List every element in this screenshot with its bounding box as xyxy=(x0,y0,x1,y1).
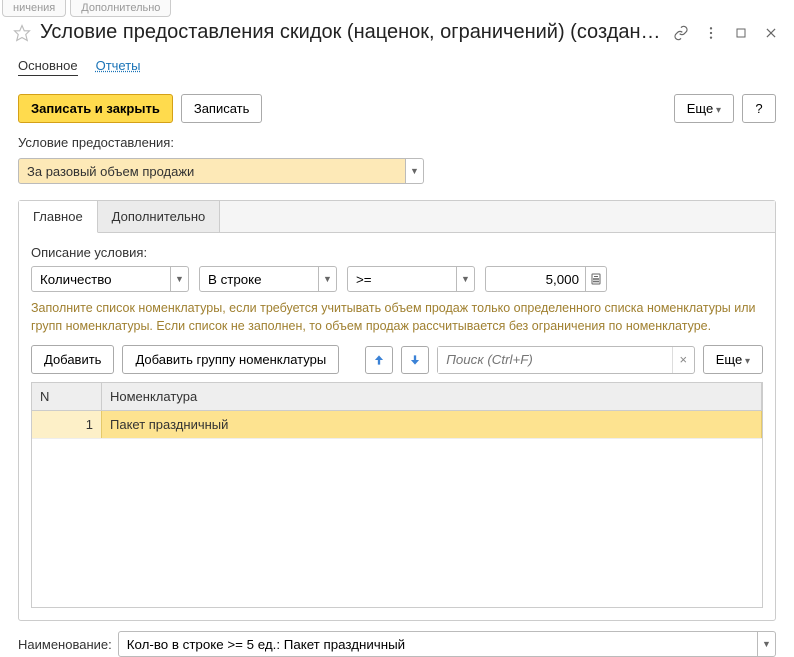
clear-search-icon[interactable]: × xyxy=(672,347,694,373)
bg-tab: Дополнительно xyxy=(70,0,171,17)
favorite-star-icon[interactable] xyxy=(12,23,32,43)
table-more-button[interactable]: Еще xyxy=(703,345,763,374)
close-icon[interactable] xyxy=(760,22,782,44)
maximize-icon[interactable] xyxy=(730,22,752,44)
chevron-down-icon[interactable]: ▼ xyxy=(758,631,776,657)
nomenclature-table: N Номенклатура 1 Пакет праздничный xyxy=(31,382,763,608)
chevron-down-icon[interactable]: ▼ xyxy=(406,158,424,184)
bg-tab: ничения xyxy=(2,0,66,17)
help-button[interactable]: ? xyxy=(742,94,776,123)
col-header-nomenclature[interactable]: Номенклатура xyxy=(102,383,762,410)
scope-select[interactable] xyxy=(199,266,319,292)
subtab-extra[interactable]: Дополнительно xyxy=(98,201,221,232)
save-and-close-button[interactable]: Записать и закрыть xyxy=(18,94,173,123)
tab-reports[interactable]: Отчеты xyxy=(96,58,141,76)
subtab-main[interactable]: Главное xyxy=(19,201,98,233)
move-up-icon[interactable] xyxy=(365,346,393,374)
description-label: Описание условия: xyxy=(31,245,763,260)
value-input[interactable] xyxy=(485,266,585,292)
tab-main[interactable]: Основное xyxy=(18,58,78,76)
col-header-n[interactable]: N xyxy=(32,383,102,410)
window-title: Условие предоставления скидок (наценок, … xyxy=(40,21,662,44)
more-button[interactable]: Еще xyxy=(674,94,734,123)
search-input[interactable] xyxy=(438,347,672,373)
chevron-down-icon[interactable]: ▼ xyxy=(319,266,337,292)
condition-label: Условие предоставления: xyxy=(18,135,174,150)
add-group-button[interactable]: Добавить группу номенклатуры xyxy=(122,345,339,374)
link-icon[interactable] xyxy=(670,22,692,44)
save-button[interactable]: Записать xyxy=(181,94,263,123)
calculator-icon[interactable] xyxy=(585,266,607,292)
chevron-down-icon[interactable]: ▼ xyxy=(457,266,475,292)
metric-select[interactable] xyxy=(31,266,171,292)
chevron-down-icon[interactable]: ▼ xyxy=(171,266,189,292)
move-down-icon[interactable] xyxy=(401,346,429,374)
condition-select[interactable]: За разовый объем продажи xyxy=(18,158,406,184)
add-button[interactable]: Добавить xyxy=(31,345,114,374)
naming-label: Наименование: xyxy=(18,637,112,652)
naming-input[interactable] xyxy=(118,631,758,657)
table-row[interactable]: 1 Пакет праздничный xyxy=(32,411,762,439)
hint-text: Заполните список номенклатуры, если треб… xyxy=(31,300,763,335)
cell-nomenclature: Пакет праздничный xyxy=(102,411,762,438)
kebab-menu-icon[interactable] xyxy=(700,22,722,44)
cell-n: 1 xyxy=(32,411,102,438)
operator-select[interactable] xyxy=(347,266,457,292)
